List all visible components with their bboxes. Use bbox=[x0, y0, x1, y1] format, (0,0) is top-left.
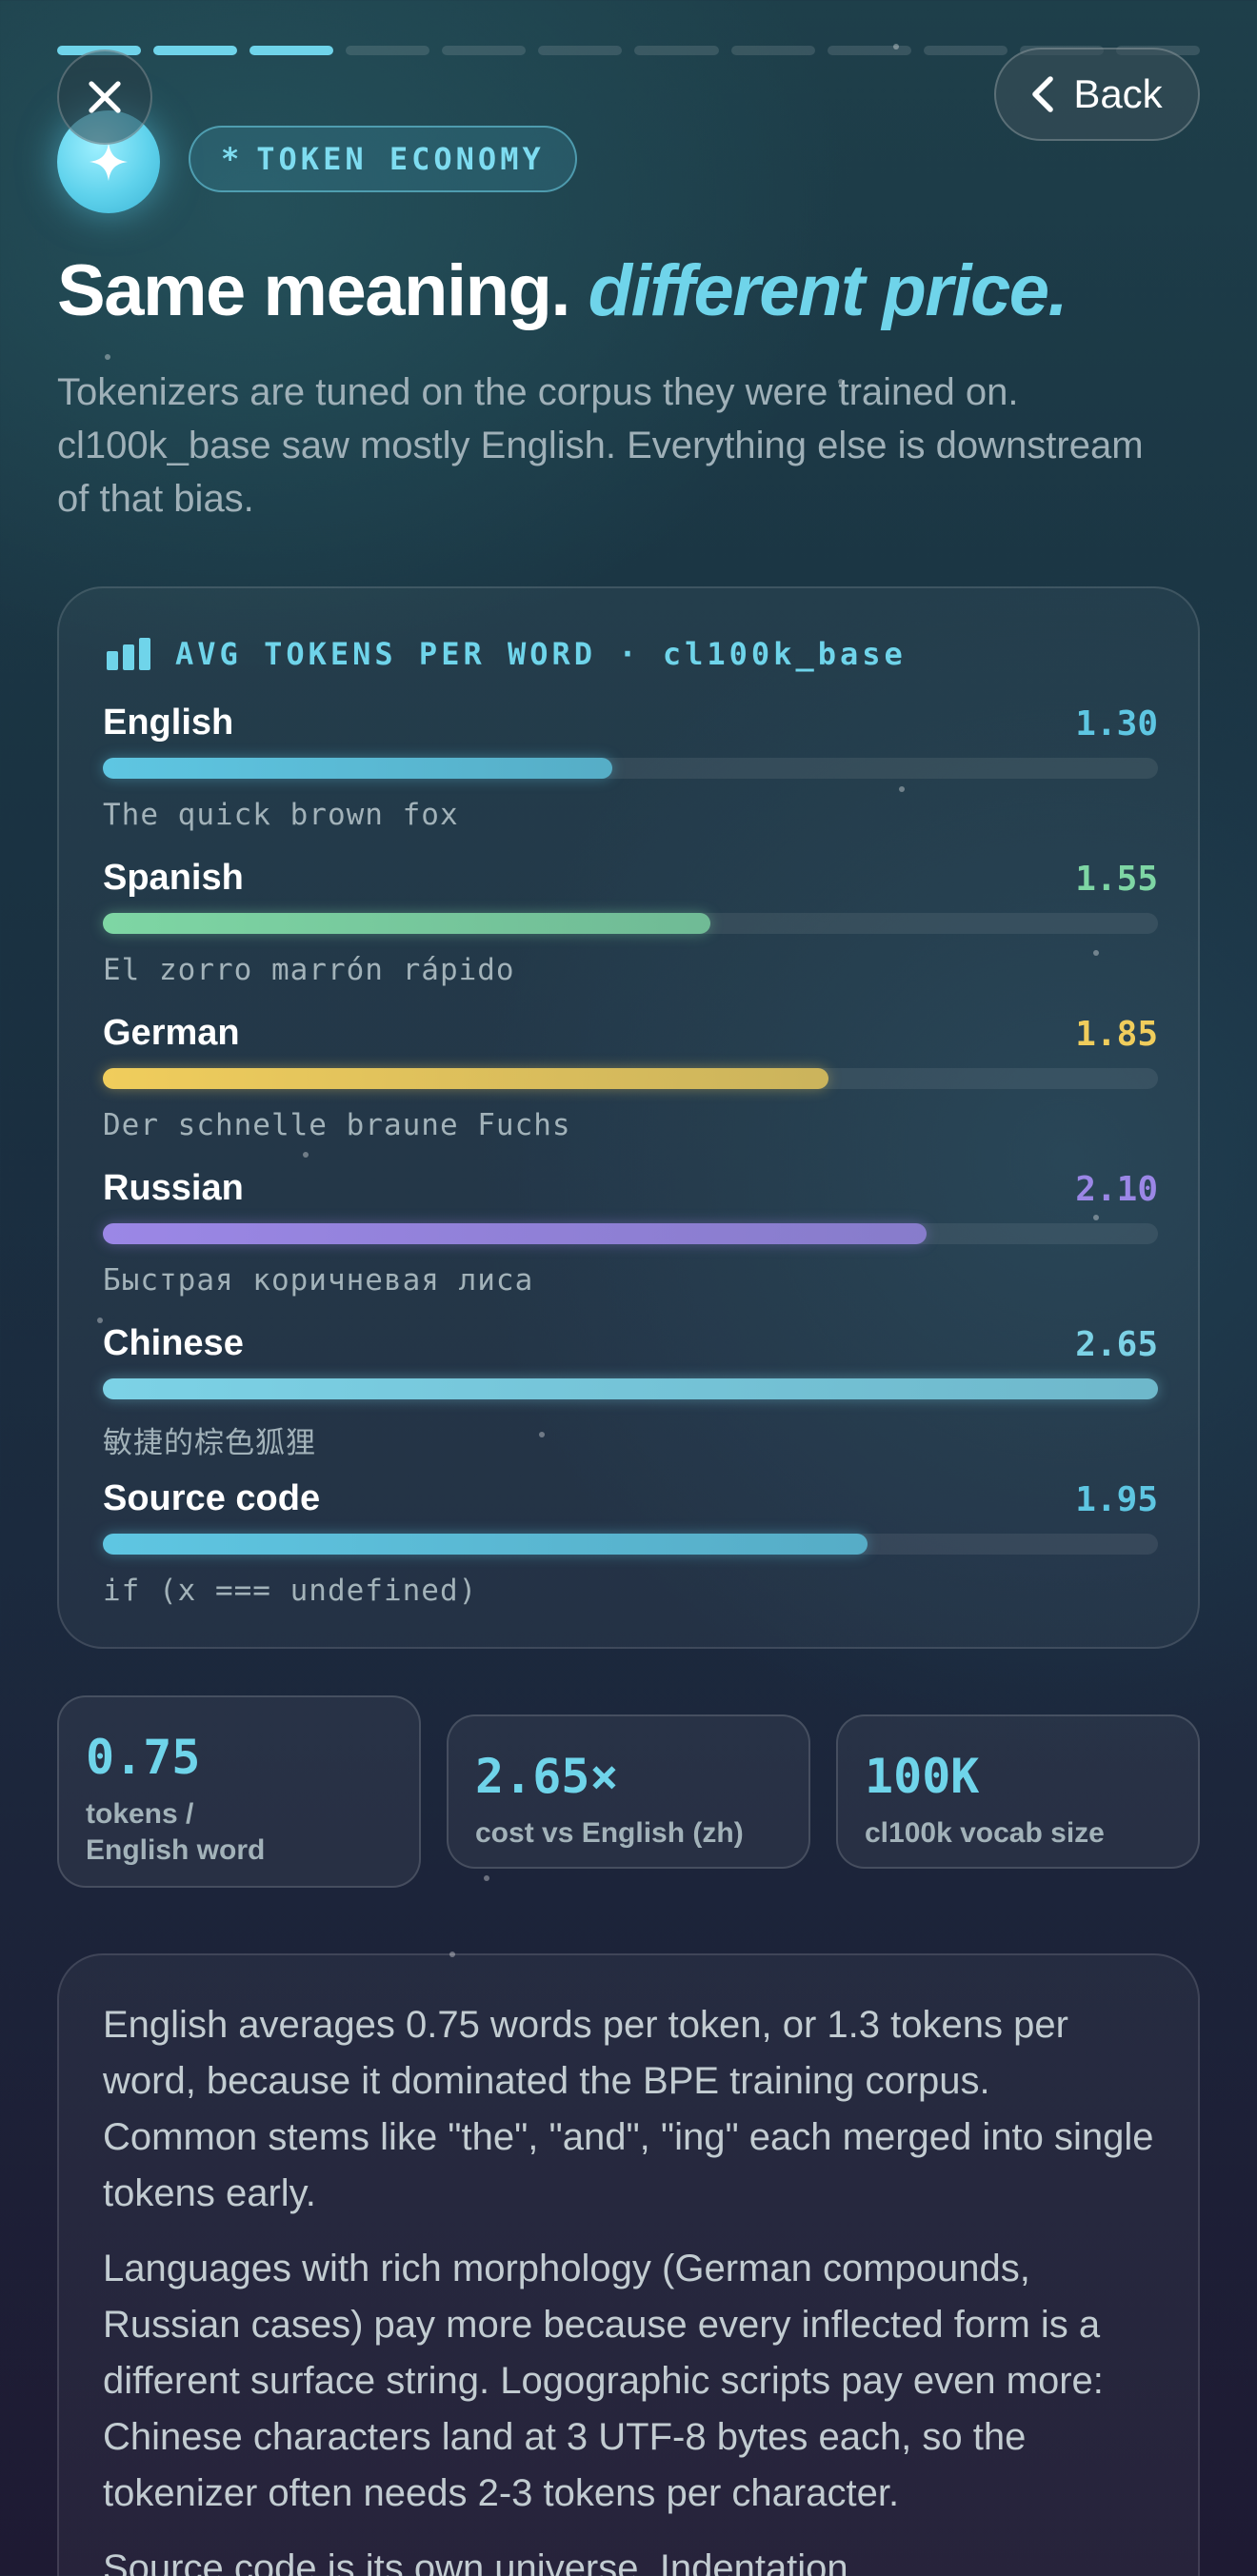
close-button[interactable] bbox=[57, 50, 152, 145]
sample-text: The quick brown fox bbox=[103, 798, 459, 832]
category-label: Source code bbox=[103, 1478, 321, 1518]
bar-track bbox=[103, 1068, 1158, 1089]
stat-label: cl100k vocab size bbox=[865, 1817, 1105, 1849]
chart-title: AVG TOKENS PER WORD · cl100k_base bbox=[175, 636, 907, 672]
chart-row: Spanish 1.55 El zorro marrón rápido bbox=[103, 858, 1158, 1001]
bar-german bbox=[103, 1068, 828, 1089]
title-accent: different price. bbox=[588, 250, 1068, 331]
bar-track bbox=[103, 1223, 1158, 1244]
sample-text: Der schnelle braune Fuchs bbox=[103, 1108, 571, 1142]
bar-chinese bbox=[103, 1378, 1158, 1399]
page-title: Same meaning. different price. bbox=[57, 249, 1068, 332]
sample-text: 敏捷的棕色狐狸 bbox=[103, 1426, 316, 1460]
dust-particle bbox=[893, 44, 899, 50]
bar-track bbox=[103, 913, 1158, 934]
stat-value: 0.75 bbox=[86, 1730, 201, 1785]
sample-text: El zorro marrón rápido bbox=[103, 953, 515, 987]
progress-segment bbox=[249, 46, 334, 55]
category-label: Russian bbox=[103, 1168, 244, 1208]
chart-header: AVG TOKENS PER WORD · cl100k_base bbox=[107, 636, 907, 672]
stat-label: cost vs English (zh) bbox=[475, 1817, 744, 1849]
chart-row: Chinese 2.65 敏捷的棕色狐狸 bbox=[103, 1323, 1158, 1466]
stat-value: 100K bbox=[865, 1749, 980, 1804]
chart-row: English 1.30 The quick brown fox bbox=[103, 703, 1158, 845]
value-label: 1.55 bbox=[1075, 860, 1158, 899]
dust-particle bbox=[484, 1875, 489, 1881]
bar-chart-icon bbox=[107, 638, 150, 670]
close-icon bbox=[89, 81, 121, 113]
progress-segment bbox=[923, 46, 1008, 55]
dust-particle bbox=[303, 1152, 309, 1158]
bar-track bbox=[103, 1378, 1158, 1399]
progress-segment bbox=[538, 46, 623, 55]
asterisk-icon: * bbox=[221, 141, 244, 177]
stat-tokens-per-word: 0.75 tokens / English word bbox=[57, 1695, 421, 1888]
dust-particle bbox=[1093, 950, 1099, 956]
stat-value: 2.65× bbox=[475, 1749, 619, 1804]
stat-cost-vs-english: 2.65× cost vs English (zh) bbox=[447, 1714, 810, 1869]
chevron-left-icon bbox=[1032, 76, 1054, 112]
value-label: 2.10 bbox=[1075, 1170, 1158, 1209]
title-main: Same meaning. bbox=[57, 250, 571, 331]
value-label: 1.95 bbox=[1075, 1480, 1158, 1519]
dust-particle bbox=[105, 354, 110, 360]
progress-segment bbox=[442, 46, 527, 55]
stat-label-line2: English word bbox=[86, 1834, 266, 1866]
category-label: English bbox=[103, 703, 234, 743]
progress-segment bbox=[153, 46, 238, 55]
dust-particle bbox=[449, 1952, 455, 1957]
stat-vocab-size: 100K cl100k vocab size bbox=[836, 1714, 1200, 1869]
dust-particle bbox=[838, 379, 844, 385]
back-label: Back bbox=[1073, 71, 1163, 116]
topic-tag-label: TOKEN ECONOMY bbox=[256, 141, 545, 177]
dust-particle bbox=[899, 786, 905, 792]
chart-row: Source code 1.95 if (x === undefined) bbox=[103, 1478, 1158, 1621]
tokens-per-word-card: AVG TOKENS PER WORD · cl100k_base Englis… bbox=[57, 586, 1200, 1649]
explanation-paragraph: Source code is its own universe. Indenta… bbox=[103, 2547, 848, 2576]
sample-text: if (x === undefined) bbox=[103, 1574, 478, 1608]
bar-track bbox=[103, 1534, 1158, 1555]
topic-tag: * TOKEN ECONOMY bbox=[189, 126, 577, 192]
back-button[interactable]: Back bbox=[994, 48, 1200, 141]
category-label: Spanish bbox=[103, 858, 244, 898]
explanation-card: English averages 0.75 words per token, o… bbox=[57, 1953, 1200, 2576]
bar-english bbox=[103, 758, 612, 779]
dust-particle bbox=[539, 1432, 545, 1437]
page-subtitle: Tokenizers are tuned on the corpus they … bbox=[57, 371, 1144, 520]
value-label: 2.65 bbox=[1075, 1325, 1158, 1364]
bar-russian bbox=[103, 1223, 927, 1244]
bar-track bbox=[103, 758, 1158, 779]
category-label: German bbox=[103, 1013, 240, 1053]
chart-row: German 1.85 Der schnelle braune Fuchs bbox=[103, 1013, 1158, 1156]
progress-segment bbox=[634, 46, 719, 55]
explanation-paragraph: Languages with rich morphology (German c… bbox=[103, 2248, 1104, 2514]
dust-particle bbox=[97, 1318, 103, 1323]
value-label: 1.30 bbox=[1075, 704, 1158, 743]
category-label: Chinese bbox=[103, 1323, 244, 1363]
sample-text: Быстрая коричневая лиса bbox=[103, 1263, 534, 1298]
sparkle-icon bbox=[89, 142, 129, 182]
dust-particle bbox=[1093, 1215, 1099, 1220]
chart-row: Russian 2.10 Быстрая коричневая лиса bbox=[103, 1168, 1158, 1311]
stat-label: tokens / bbox=[86, 1798, 194, 1830]
bar-spanish bbox=[103, 913, 710, 934]
value-label: 1.85 bbox=[1075, 1015, 1158, 1054]
progress-segment bbox=[730, 46, 815, 55]
explanation-paragraph: English averages 0.75 words per token, o… bbox=[103, 2004, 1154, 2214]
progress-segment bbox=[346, 46, 430, 55]
bar-source-code bbox=[103, 1534, 868, 1555]
